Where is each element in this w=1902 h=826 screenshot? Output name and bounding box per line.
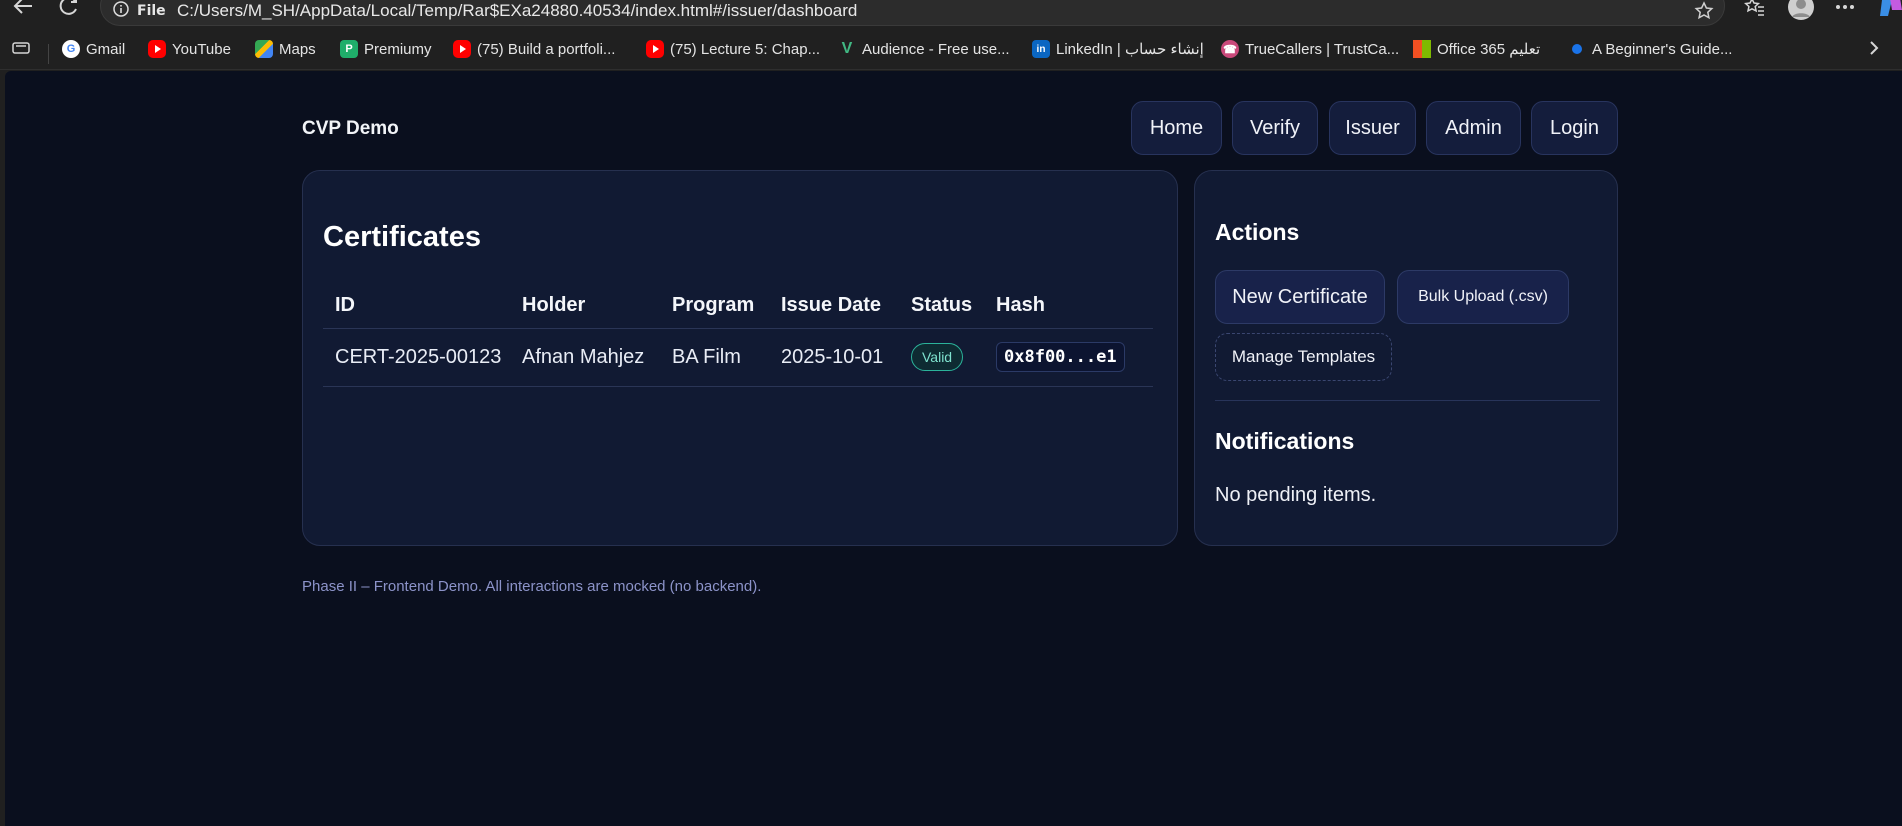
certificates-table: ID Holder Program Issue Date Status Hash…	[323, 284, 1153, 387]
column-header-issue-date: Issue Date	[769, 284, 899, 329]
favorites-icon[interactable]	[1740, 0, 1770, 19]
address-bar[interactable]: File C:/Users/M_SH/AppData/Local/Temp/Ra…	[100, 0, 1725, 26]
refresh-icon[interactable]	[54, 0, 84, 18]
column-header-status: Status	[899, 284, 984, 329]
site-info[interactable]: File	[113, 1, 166, 21]
bookmark-audience[interactable]: V Audience - Free use...	[838, 40, 1010, 58]
profile-icon[interactable]	[1786, 0, 1816, 20]
footer-note: Phase II – Frontend Demo. All interactio…	[302, 578, 762, 595]
bookmark-build-portfolio[interactable]: (75) Build a portfoli...	[453, 40, 615, 58]
bookmark-youtube[interactable]: YouTube	[148, 40, 231, 58]
column-header-hash: Hash	[984, 284, 1153, 329]
bookmark-maps[interactable]: Maps	[255, 40, 316, 58]
vuetify-icon: V	[841, 40, 853, 57]
table-row[interactable]: CERT-2025-00123 Afnan Mahjez BA Film 202…	[323, 328, 1153, 387]
microsoft-icon	[1413, 40, 1431, 58]
back-icon[interactable]	[8, 0, 38, 18]
hash-code: 0x8f00...e1	[996, 342, 1125, 372]
bookmark-lecture-5[interactable]: (75) Lecture 5: Chap...	[646, 40, 820, 58]
bookmark-label: Office 365 تعليم	[1437, 41, 1541, 58]
google-icon: G	[62, 40, 80, 58]
bookmark-label: LinkedIn | إنشاء حساب	[1056, 41, 1204, 58]
file-label: File	[137, 3, 166, 19]
bookmark-premiumy[interactable]: P Premiumy	[340, 40, 432, 58]
bookmark-gmail[interactable]: G Gmail	[62, 40, 125, 58]
maps-icon	[255, 40, 273, 58]
bookmark-label: A Beginner's Guide...	[1592, 40, 1733, 58]
youtube-icon	[646, 40, 664, 58]
bookmark-label: YouTube	[172, 40, 231, 58]
nav-admin-button[interactable]: Admin	[1426, 101, 1521, 155]
info-icon	[113, 1, 129, 21]
cell-id: CERT-2025-00123	[323, 328, 510, 387]
notifications-empty-text: No pending items.	[1215, 484, 1377, 506]
bookmark-office-365[interactable]: Office 365 تعليم	[1413, 40, 1540, 58]
browser-toolbar: File C:/Users/M_SH/AppData/Local/Temp/Ra…	[0, 0, 1902, 26]
cell-program: BA Film	[660, 328, 769, 387]
bookmarks-bar: G Gmail YouTube Maps P Premiumy (75) Bui…	[0, 32, 1902, 70]
manage-templates-button[interactable]: Manage Templates	[1215, 333, 1392, 381]
url-text[interactable]: C:/Users/M_SH/AppData/Local/Temp/Rar$EXa…	[177, 1, 857, 21]
youtube-icon	[453, 40, 471, 58]
bookmark-label: Audience - Free use...	[862, 40, 1010, 58]
youtube-icon	[148, 40, 166, 58]
bookmark-label: Gmail	[86, 40, 126, 58]
nav-home-button[interactable]: Home	[1131, 101, 1222, 155]
cell-holder: Afnan Mahjez	[510, 328, 660, 387]
section-divider	[1215, 400, 1600, 401]
bookmark-label: Maps	[279, 40, 316, 58]
notifications-title: Notifications	[1215, 428, 1355, 454]
nav-issuer-button[interactable]: Issuer	[1329, 101, 1416, 155]
more-icon[interactable]	[1830, 0, 1860, 19]
truecaller-icon: ☎	[1221, 40, 1239, 58]
bookmark-linkedin[interactable]: in LinkedIn | إنشاء حساب	[1032, 40, 1204, 58]
certificates-title: Certificates	[323, 221, 481, 253]
linkedin-icon: in	[1032, 40, 1050, 58]
chevron-right-icon[interactable]	[1868, 40, 1880, 56]
premiumy-icon: P	[340, 40, 358, 58]
new-certificate-button[interactable]: New Certificate	[1215, 270, 1385, 324]
star-icon[interactable]	[1694, 1, 1714, 25]
certificates-card: Certificates ID Holder Program Issue Dat…	[302, 170, 1178, 546]
status-badge: Valid	[911, 343, 964, 371]
bookmark-label: TrueCallers | TrustCa...	[1245, 40, 1400, 58]
bulk-upload-button[interactable]: Bulk Upload (.csv)	[1397, 270, 1569, 324]
page-viewport: CVP Demo Home Verify Issuer Admin Login …	[5, 71, 1902, 826]
bookmark-beginners-guide[interactable]: A Beginner's Guide...	[1568, 40, 1732, 58]
cell-status: Valid	[899, 328, 984, 387]
table-header-row: ID Holder Program Issue Date Status Hash	[323, 284, 1153, 329]
nav-login-button[interactable]: Login	[1531, 101, 1618, 155]
column-header-program: Program	[660, 284, 769, 329]
actions-title: Actions	[1215, 219, 1300, 245]
copilot-icon[interactable]	[1876, 0, 1902, 19]
bookmark-label: (75) Build a portfoli...	[477, 40, 616, 58]
cell-hash: 0x8f00...e1	[984, 328, 1153, 387]
brand-title: CVP Demo	[302, 118, 399, 139]
bookmark-label: (75) Lecture 5: Chap...	[670, 40, 821, 58]
cell-issue-date: 2025-10-01	[769, 328, 899, 387]
dot-icon	[1568, 40, 1586, 58]
bookmarks-divider	[48, 44, 49, 64]
bookmark-label: Premiumy	[364, 40, 432, 58]
column-header-id: ID	[323, 284, 510, 329]
column-header-holder: Holder	[510, 284, 660, 329]
actions-card: Actions New Certificate Bulk Upload (.cs…	[1194, 170, 1618, 546]
nav-verify-button[interactable]: Verify	[1232, 101, 1318, 155]
tab-actions-icon[interactable]	[12, 40, 32, 56]
bookmark-truecallers[interactable]: ☎ TrueCallers | TrustCa...	[1221, 40, 1399, 58]
